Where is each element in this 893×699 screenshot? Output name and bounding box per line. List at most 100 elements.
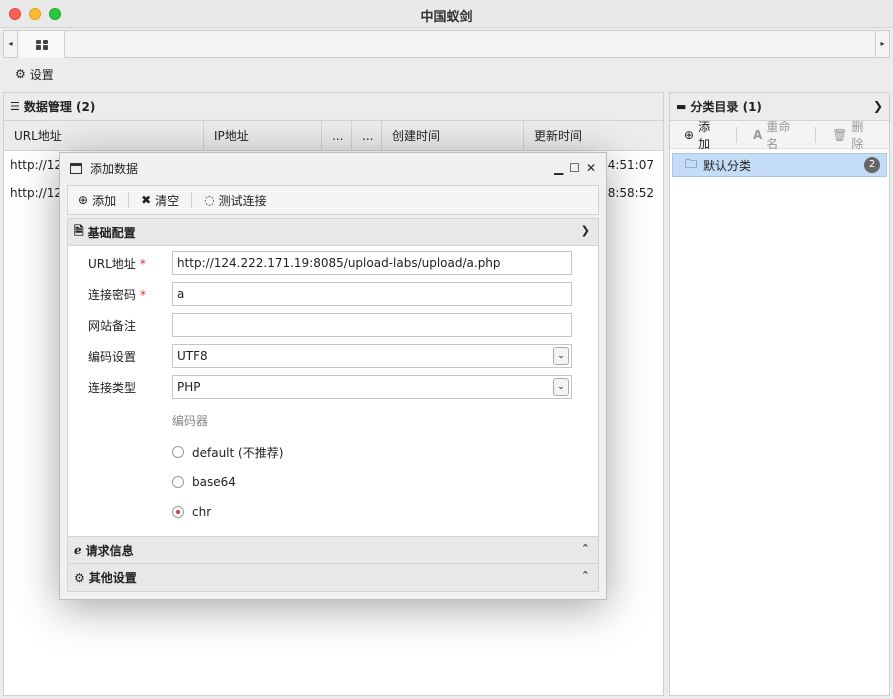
toolbar-divider [191, 192, 193, 208]
radio-icon [172, 446, 184, 458]
password-row: 连接密码 * a [68, 282, 598, 306]
toolbar-divider [815, 126, 817, 143]
category-toolbar: ⊕ 添加 A 重命名 🗑 删除 [670, 118, 889, 152]
column-created[interactable]: 创建时间 [382, 121, 524, 150]
type-label: 连接类型 [88, 381, 137, 395]
data-table-header: URL地址 IP地址 ... ... 创建时间 更新时间 [4, 121, 663, 151]
data-panel-header: ☰ 数据管理 (2) [4, 93, 663, 121]
chevron-up-icon: ⌃ [580, 542, 590, 555]
password-label: 连接密码 * [88, 288, 147, 302]
gear-icon: ⚙ [15, 67, 26, 81]
column-updated[interactable]: 更新时间 [524, 121, 663, 150]
dialog-toolbar: ⊕ 添加 ✖ 清空 ◌ 测试连接 [67, 185, 599, 215]
tab-scroll-right-button[interactable]: ▸ [875, 31, 889, 57]
chevron-up-icon: ⌃ [580, 569, 590, 582]
chevron-right-icon[interactable]: ❯ [873, 99, 883, 113]
encoder-option-label: chr [192, 505, 212, 519]
add-category-button[interactable]: ⊕ 添加 [684, 118, 718, 152]
password-input[interactable]: a [172, 282, 572, 306]
url-input[interactable]: http://124.222.171.19:8085/upload-labs/u… [172, 251, 572, 275]
encoding-select[interactable]: UTF8 ⌄ [172, 344, 572, 368]
request-info-title: 请求信息 [85, 543, 134, 558]
data-panel-title: 数据管理 (2) [23, 100, 96, 114]
test-connection-button[interactable]: ◌ 测试连接 [204, 192, 267, 209]
dialog-header: 添加数据 ▁ ☐ ✕ [60, 153, 606, 183]
document-icon: 🗎 [74, 223, 84, 238]
encoding-value: UTF8 [177, 349, 208, 363]
rename-category-label: 重命名 [766, 119, 791, 151]
window-titlebar: 中国蚁剑 [0, 0, 893, 28]
settings-label: 设置 [29, 67, 54, 82]
request-info-section-header[interactable]: ℯ 请求信息 ⌃ [67, 536, 599, 564]
encoder-option-label: default (不推荐) [192, 445, 284, 460]
add-button[interactable]: ⊕ 添加 [78, 192, 116, 209]
category-item-default[interactable]: 🗀 默认分类 2 [672, 153, 887, 177]
radio-selected-icon [172, 506, 184, 518]
window-icon [70, 162, 82, 174]
minimize-icon[interactable]: ▁ [554, 161, 563, 175]
delete-category-label: 删除 [851, 119, 864, 151]
type-select[interactable]: PHP ⌄ [172, 375, 572, 399]
folder-open-icon: 🗀 [685, 156, 698, 171]
maximize-icon[interactable]: ☐ [569, 161, 580, 175]
ie-icon: ℯ [74, 543, 82, 557]
basic-config-title: 基础配置 [87, 225, 136, 240]
encoder-label: 编码器 [172, 414, 209, 428]
encoder-option-default[interactable]: default (不推荐) [172, 443, 283, 461]
add-category-label: 添加 [698, 119, 711, 151]
type-row: 连接类型 PHP ⌄ [68, 375, 598, 399]
close-icon[interactable]: ✕ [586, 161, 596, 175]
dialog-title: 添加数据 [90, 161, 139, 176]
category-panel-title: 分类目录 (1) [690, 100, 762, 114]
list-icon: ☰ [10, 100, 20, 113]
radio-icon [172, 476, 184, 488]
encoder-option-base64[interactable]: base64 [172, 473, 236, 491]
category-panel: ▬ 分类目录 (1) ❯ ⊕ 添加 A 重命名 🗑 删除 🗀 默认分类 2 [669, 92, 890, 696]
x-icon: ✖ [141, 193, 152, 207]
clear-button[interactable]: ✖ 清空 [141, 192, 179, 209]
column-ip[interactable]: IP地址 [204, 121, 322, 150]
grid-icon [35, 39, 48, 50]
basic-config-section-header[interactable]: 🗎 基础配置 ❯ [67, 218, 599, 246]
chevron-down-icon: ⌄ [553, 347, 569, 365]
url-label: URL地址 * [88, 257, 146, 271]
url-row: URL地址 * http://124.222.171.19:8085/upload… [68, 251, 598, 275]
category-panel-header: ▬ 分类目录 (1) ❯ [670, 93, 889, 121]
column-url[interactable]: URL地址 [4, 121, 204, 150]
type-value: PHP [177, 380, 201, 394]
note-input[interactable] [172, 313, 572, 337]
tab-scroll-left-button[interactable]: ◂ [4, 31, 18, 57]
category-count-badge: 2 [864, 157, 880, 173]
test-connection-label: 测试连接 [218, 193, 267, 208]
column-extra-2[interactable]: ... [352, 121, 382, 150]
chevron-down-icon: ❯ [580, 224, 590, 237]
trash-icon: 🗑 [832, 127, 848, 142]
spinner-icon: ◌ [204, 193, 215, 207]
other-settings-title: 其他设置 [88, 571, 137, 585]
toolbar-divider [128, 192, 130, 208]
encoder-option-label: base64 [192, 475, 236, 489]
tab-home[interactable] [19, 31, 65, 58]
plus-circle-icon: ⊕ [78, 193, 89, 207]
category-item-label: 默认分类 [703, 158, 752, 173]
gears-icon: ⚙ [74, 570, 85, 585]
rename-category-button[interactable]: A 重命名 [753, 118, 797, 152]
other-settings-section-header[interactable]: ⚙ 其他设置 ⌃ [67, 564, 599, 592]
encoding-row: 编码设置 UTF8 ⌄ [68, 344, 598, 368]
add-button-label: 添加 [92, 193, 117, 208]
encoding-label: 编码设置 [88, 350, 137, 364]
folder-icon: ▬ [676, 100, 687, 113]
encoder-option-chr[interactable]: chr [172, 503, 211, 521]
tab-strip: ◂ ▸ [3, 30, 890, 58]
plus-circle-icon: ⊕ [684, 127, 695, 142]
note-row: 网站备注 [68, 313, 598, 337]
font-icon: A [753, 127, 763, 142]
chevron-down-icon: ⌄ [553, 378, 569, 396]
clear-button-label: 清空 [155, 193, 180, 208]
settings-button[interactable]: ⚙ 设置 [3, 60, 890, 88]
basic-config-form: URL地址 * http://124.222.171.19:8085/upload… [67, 246, 599, 536]
column-extra-1[interactable]: ... [322, 121, 352, 150]
delete-category-button[interactable]: 🗑 删除 [832, 118, 871, 152]
note-label: 网站备注 [88, 319, 137, 333]
window-title: 中国蚁剑 [420, 10, 473, 25]
